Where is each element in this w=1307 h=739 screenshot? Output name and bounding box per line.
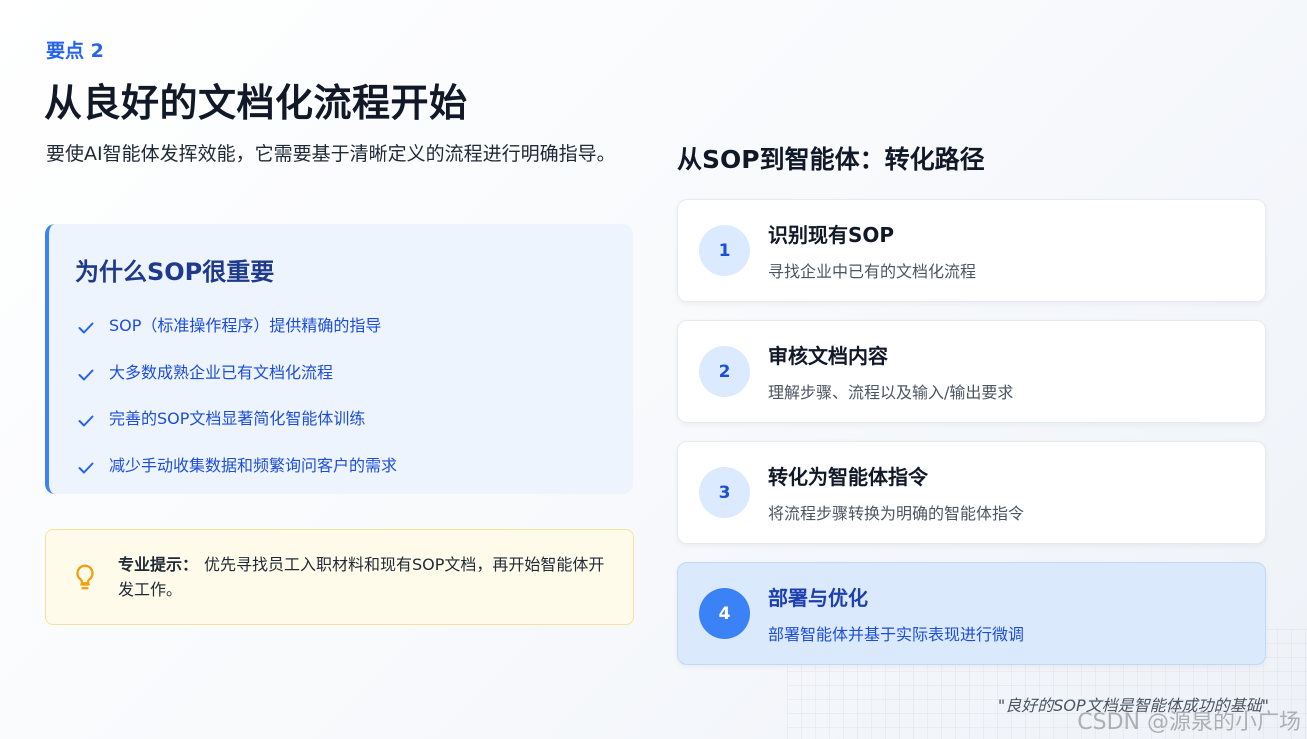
pro-tip-box: 专业提示： 优先寻找员工入职材料和现有SOP文档，再开始智能体开发工作。 [45,529,634,625]
step-number-badge: 3 [699,467,750,518]
path-title: 从SOP到智能体：转化路径 [677,145,985,174]
section-eyebrow: 要点 2 [46,40,104,62]
step-card-2: 2 审核文档内容 理解步骤、流程以及输入/输出要求 [677,320,1266,423]
why-sop-title: 为什么SOP很重要 [75,258,275,286]
step-number-badge: 1 [699,225,750,276]
check-icon [75,410,97,432]
list-item-text: 大多数成熟企业已有文档化流程 [109,362,334,382]
step-description: 将流程步骤转换为明确的智能体指令 [768,504,1025,523]
intro-text: 要使AI智能体发挥效能，它需要基于清晰定义的流程进行明确指导。 [46,143,616,165]
why-sop-panel: 为什么SOP很重要 SOP（标准操作程序）提供精确的指导 大多数成熟企业已有文档… [45,224,633,494]
lightbulb-icon [70,562,100,592]
check-icon [75,457,97,479]
step-description: 寻找企业中已有的文档化流程 [768,262,977,281]
step-title: 识别现有SOP [768,223,895,247]
list-item-text: SOP（标准操作程序）提供精确的指导 [109,316,382,336]
list-item-text: 减少手动收集数据和频繁询问客户的需求 [109,455,398,475]
page-title: 从良好的文档化流程开始 [44,81,468,125]
check-icon [75,317,97,339]
list-item: 完善的SOP文档显著简化智能体训练 [75,394,605,441]
step-number-badge: 2 [699,346,750,397]
step-card-1: 1 识别现有SOP 寻找企业中已有的文档化流程 [677,199,1266,302]
pro-tip-text: 专业提示： 优先寻找员工入职材料和现有SOP文档，再开始智能体开发工作。 [118,552,613,602]
list-item: 减少手动收集数据和频繁询问客户的需求 [75,441,605,488]
step-title: 部署与优化 [768,586,868,610]
list-item: 大多数成熟企业已有文档化流程 [75,348,605,395]
check-icon [75,364,97,386]
step-title: 转化为智能体指令 [768,465,928,489]
list-item: SOP（标准操作程序）提供精确的指导 [75,301,605,348]
step-card-3: 3 转化为智能体指令 将流程步骤转换为明确的智能体指令 [677,441,1266,544]
step-number-badge: 4 [699,588,750,639]
pro-tip-label: 专业提示： [118,555,199,574]
step-description: 理解步骤、流程以及输入/输出要求 [768,383,1014,402]
step-title: 审核文档内容 [768,344,888,368]
list-item-text: 完善的SOP文档显著简化智能体训练 [109,409,366,429]
watermark: CSDN @源泉的小广场 [1077,710,1301,735]
step-description: 部署智能体并基于实际表现进行微调 [768,625,1025,644]
step-card-4: 4 部署与优化 部署智能体并基于实际表现进行微调 [677,562,1266,665]
